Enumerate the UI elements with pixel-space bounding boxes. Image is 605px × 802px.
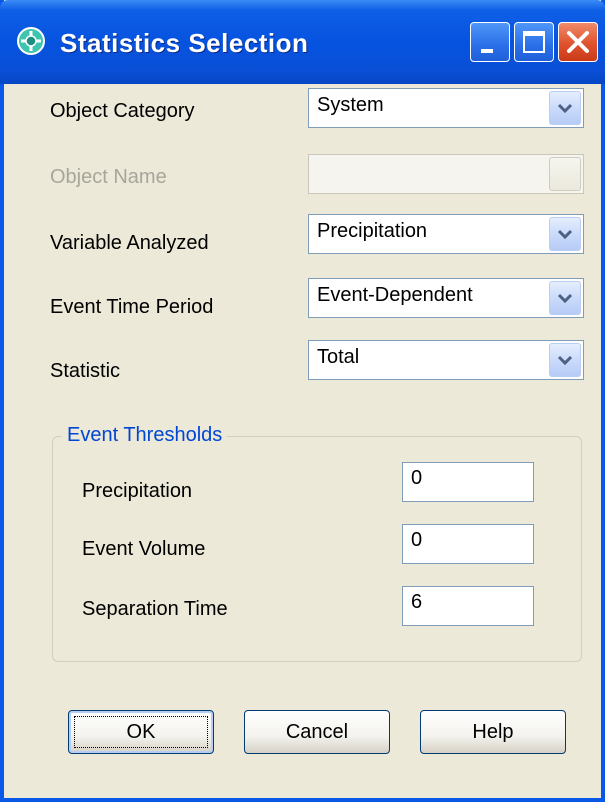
- event-volume-value: 0: [411, 529, 423, 551]
- statistics-selection-dialog: Statistics Selection Object Category Sys…: [0, 0, 605, 802]
- precipitation-value: 0: [411, 467, 423, 489]
- event-time-period-label: Event Time Period: [50, 296, 214, 318]
- event-thresholds-title: Event Thresholds: [62, 424, 228, 447]
- dropdown-arrow-button[interactable]: [549, 281, 581, 315]
- cancel-button[interactable]: Cancel: [244, 710, 390, 754]
- chevron-down-icon: [557, 229, 573, 240]
- close-icon: [567, 31, 589, 53]
- object-category-label: Object Category: [50, 100, 195, 122]
- object-name-dropdown: [308, 154, 584, 194]
- help-button[interactable]: Help: [420, 710, 566, 754]
- event-time-period-dropdown[interactable]: Event-Dependent: [308, 278, 584, 318]
- minimize-icon: [481, 49, 493, 53]
- help-button-label: Help: [472, 721, 514, 743]
- cancel-button-label: Cancel: [285, 721, 349, 743]
- event-volume-input[interactable]: 0: [402, 524, 534, 564]
- ok-button[interactable]: OK: [68, 710, 214, 754]
- maximize-button[interactable]: [514, 22, 554, 62]
- variable-analyzed-label: Variable Analyzed: [50, 232, 209, 254]
- dropdown-arrow-button-disabled: [549, 157, 581, 191]
- close-button[interactable]: [558, 22, 598, 62]
- dropdown-arrow-button[interactable]: [549, 343, 581, 377]
- object-category-value: System: [317, 94, 384, 116]
- variable-analyzed-dropdown[interactable]: Precipitation: [308, 214, 584, 254]
- statistic-value: Total: [317, 346, 360, 368]
- separation-time-label: Separation Time: [82, 598, 228, 620]
- maximize-icon: [523, 31, 545, 53]
- app-icon: [17, 27, 45, 55]
- dropdown-arrow-button[interactable]: [549, 91, 581, 125]
- title-bar[interactable]: Statistics Selection: [0, 0, 605, 84]
- separation-time-value: 6: [411, 591, 423, 613]
- window-title: Statistics Selection: [60, 28, 309, 58]
- event-time-period-value: Event-Dependent: [317, 284, 473, 306]
- chevron-down-icon: [557, 355, 573, 366]
- minimize-button[interactable]: [470, 22, 510, 62]
- statistic-dropdown[interactable]: Total: [308, 340, 584, 380]
- precipitation-input[interactable]: 0: [402, 462, 534, 502]
- object-category-dropdown[interactable]: System: [308, 88, 584, 128]
- chevron-down-icon: [557, 103, 573, 114]
- variable-analyzed-value: Precipitation: [317, 220, 428, 242]
- dropdown-arrow-button[interactable]: [549, 217, 581, 251]
- statistic-label: Statistic: [50, 360, 121, 382]
- object-name-label: Object Name: [50, 166, 167, 188]
- precipitation-label: Precipitation: [82, 480, 193, 502]
- separation-time-input[interactable]: 6: [402, 586, 534, 626]
- focus-rectangle: [74, 716, 208, 748]
- event-volume-label: Event Volume: [82, 538, 206, 560]
- chevron-down-icon: [557, 293, 573, 304]
